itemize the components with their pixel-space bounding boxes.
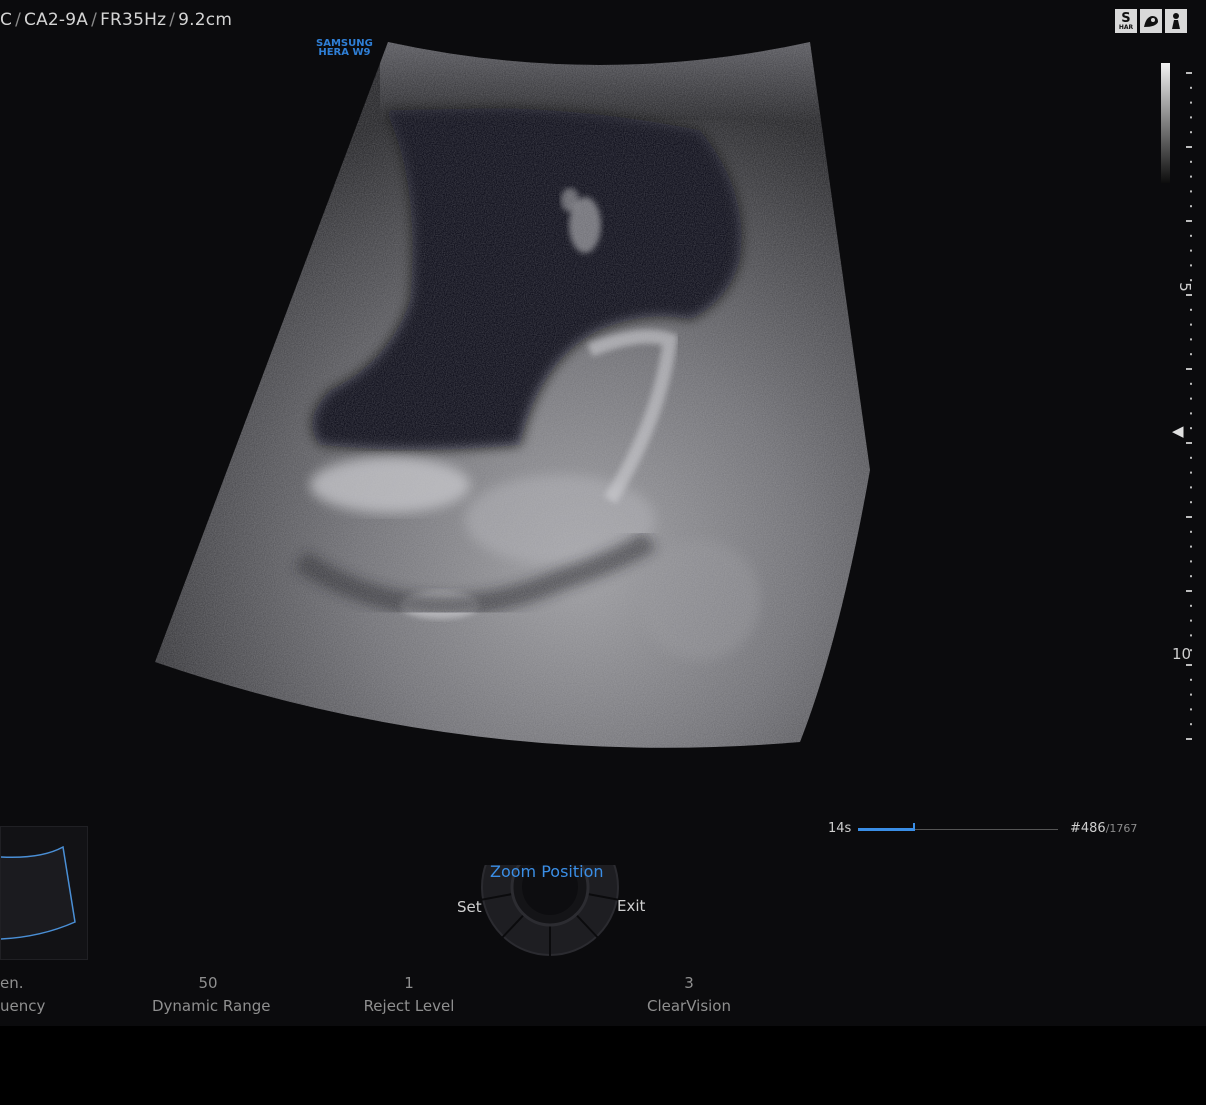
depth-tick [1190, 678, 1192, 681]
param-dynamic-range-label: Dynamic Range [152, 997, 271, 1015]
depth-tick [1186, 442, 1192, 444]
depth-tick [1190, 353, 1192, 356]
param-frequency-bottom: uency [0, 997, 46, 1015]
cine-bar[interactable]: 14s #486/1767 [828, 820, 1148, 840]
depth-tick [1190, 486, 1192, 489]
depth-tick [1190, 693, 1192, 696]
brand-logo: SAMSUNG HERA W9 [316, 39, 373, 58]
param-dynamic-range[interactable]: 50 Dynamic Range [152, 972, 270, 1018]
zoom-exit-button[interactable]: Exit [617, 897, 645, 915]
depth-tick [1190, 249, 1192, 252]
depth-tick [1190, 397, 1192, 400]
param-reject-level[interactable]: 1 Reject Level [362, 972, 456, 1018]
depth-tick [1186, 294, 1192, 296]
depth-tick [1190, 131, 1192, 134]
depth-scale: 5 10 [1150, 60, 1200, 750]
depth-tick [1190, 116, 1192, 119]
param-clearvision-value: 3 [684, 974, 694, 992]
depth-tick [1190, 382, 1192, 385]
cine-frame-counter: #486/1767 [1070, 821, 1137, 836]
depth-tick [1190, 530, 1192, 533]
cine-frame-total: /1767 [1105, 822, 1138, 835]
letterbox-bar [0, 1026, 1206, 1105]
depth-tick [1190, 575, 1192, 578]
depth-tick [1190, 175, 1192, 178]
ultrasound-screen: C / CA2-9A / FR35Hz/9.2cm SAMSUNG HERA W… [0, 0, 1206, 1026]
probe-sector-thumbnail [0, 826, 88, 960]
depth-tick [1186, 664, 1192, 666]
param-frequency-top: en. [0, 974, 24, 992]
depth-tick [1186, 72, 1192, 74]
depth-tick [1186, 738, 1192, 740]
depth-tick [1190, 101, 1192, 104]
param-clearvision[interactable]: 3 ClearVision [644, 972, 734, 1018]
depth-tick [1190, 234, 1192, 237]
s-har-icon[interactable]: S HAR [1115, 9, 1137, 33]
depth-tick [1186, 516, 1192, 518]
param-clearvision-label: ClearVision [647, 997, 731, 1015]
depth-tick [1190, 427, 1192, 430]
depth-tick [1190, 190, 1192, 193]
depth-label-10: 10 [1172, 645, 1192, 663]
ultrasound-image[interactable] [0, 0, 1206, 800]
fetal-icon[interactable] [1140, 9, 1162, 33]
depth-tick [1186, 146, 1192, 148]
depth-tick [1186, 220, 1192, 222]
depth-tick [1190, 323, 1192, 326]
depth-tick [1190, 160, 1192, 163]
depth-tick [1186, 368, 1192, 370]
zoom-set-button[interactable]: Set [457, 898, 482, 916]
cine-frame-number: #486 [1070, 821, 1106, 836]
depth-tick [1190, 634, 1192, 637]
brand-line2: HERA W9 [318, 47, 371, 58]
cine-time: 14s [828, 821, 852, 836]
mode-icons: S HAR [1115, 9, 1187, 33]
depth-tick [1190, 560, 1192, 563]
cine-position-handle[interactable] [913, 823, 915, 831]
depth-tick [1190, 456, 1192, 459]
ultrasound-sector [155, 42, 870, 748]
depth-tick [1190, 471, 1192, 474]
focus-marker-icon[interactable]: ◀ [1172, 422, 1184, 440]
cine-progress [858, 828, 913, 831]
depth-tick [1190, 545, 1192, 548]
depth-tick [1190, 338, 1192, 341]
depth-tick [1190, 723, 1192, 726]
depth-tick [1190, 604, 1192, 607]
depth-tick [1190, 205, 1192, 208]
fetal-standing-icon[interactable] [1165, 9, 1187, 33]
s-har-sub: HAR [1118, 23, 1134, 31]
param-reject-level-label: Reject Level [363, 997, 455, 1015]
param-dynamic-range-value: 50 [198, 974, 218, 992]
depth-tick [1190, 264, 1192, 267]
depth-tick [1190, 308, 1192, 311]
depth-tick [1190, 708, 1192, 711]
depth-tick [1190, 279, 1192, 282]
depth-tick [1190, 86, 1192, 89]
param-reject-level-value: 1 [404, 974, 414, 992]
param-frequency[interactable]: en. uency [0, 972, 45, 1018]
depth-tick [1186, 590, 1192, 592]
depth-tick [1190, 501, 1192, 504]
depth-tick [1190, 619, 1192, 622]
depth-label-5: 5 [1175, 282, 1194, 292]
depth-tick [1190, 412, 1192, 415]
cine-track[interactable] [858, 823, 1058, 831]
zoom-position-label: Zoom Position [490, 862, 604, 881]
